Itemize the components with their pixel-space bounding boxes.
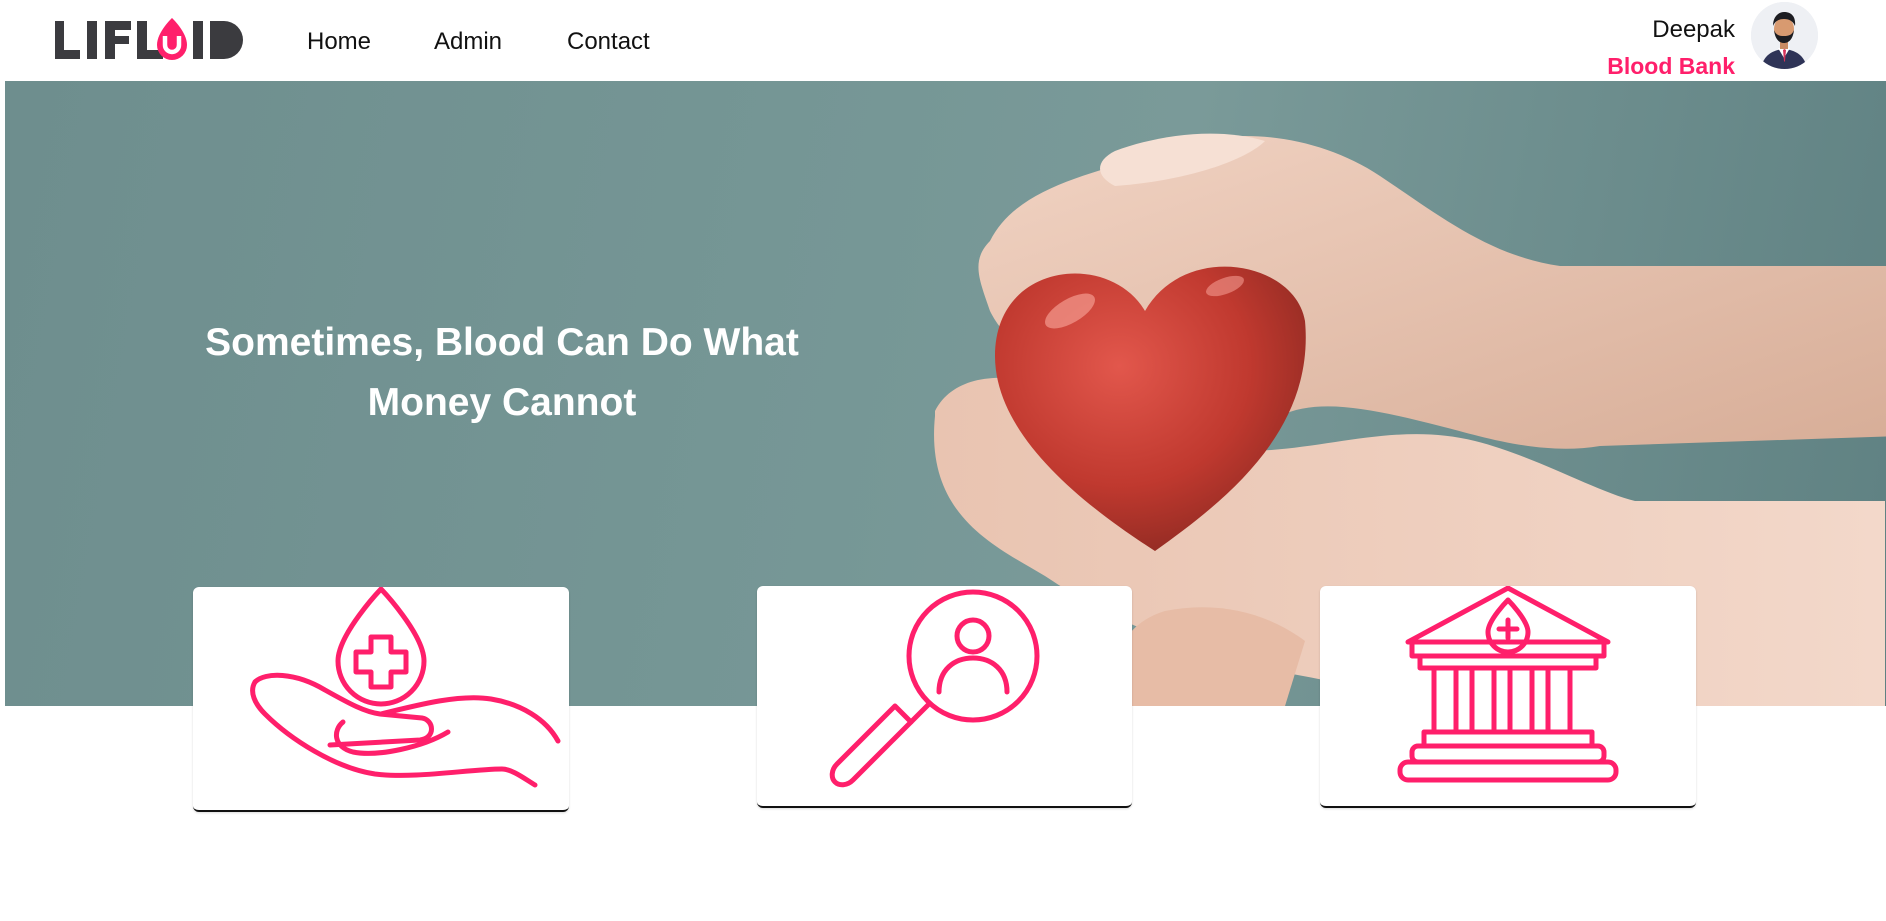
search-donor-icon bbox=[829, 589, 1040, 788]
hero-title: Sometimes, Blood Can Do What Money Canno… bbox=[205, 321, 799, 424]
nav-contact[interactable]: Contact bbox=[567, 28, 650, 56]
donate-blood-hand-icon bbox=[250, 587, 561, 788]
donate-blood-card[interactable] bbox=[193, 587, 569, 812]
nav-home[interactable]: Home bbox=[307, 28, 371, 56]
lifluid-logo[interactable] bbox=[53, 18, 278, 62]
search-donor-card[interactable] bbox=[757, 586, 1132, 808]
blood-bank-card[interactable] bbox=[1320, 586, 1696, 808]
blood-bank-building-icon bbox=[1397, 586, 1619, 783]
user-name: Deepak bbox=[1652, 16, 1735, 43]
user-avatar[interactable] bbox=[1751, 2, 1818, 69]
top-navbar: Home Admin Contact Deepak Blood Bank bbox=[0, 0, 1886, 81]
user-role: Blood Bank bbox=[1607, 53, 1735, 79]
user-avatar-icon bbox=[1751, 2, 1818, 69]
nav-admin[interactable]: Admin bbox=[434, 28, 502, 56]
